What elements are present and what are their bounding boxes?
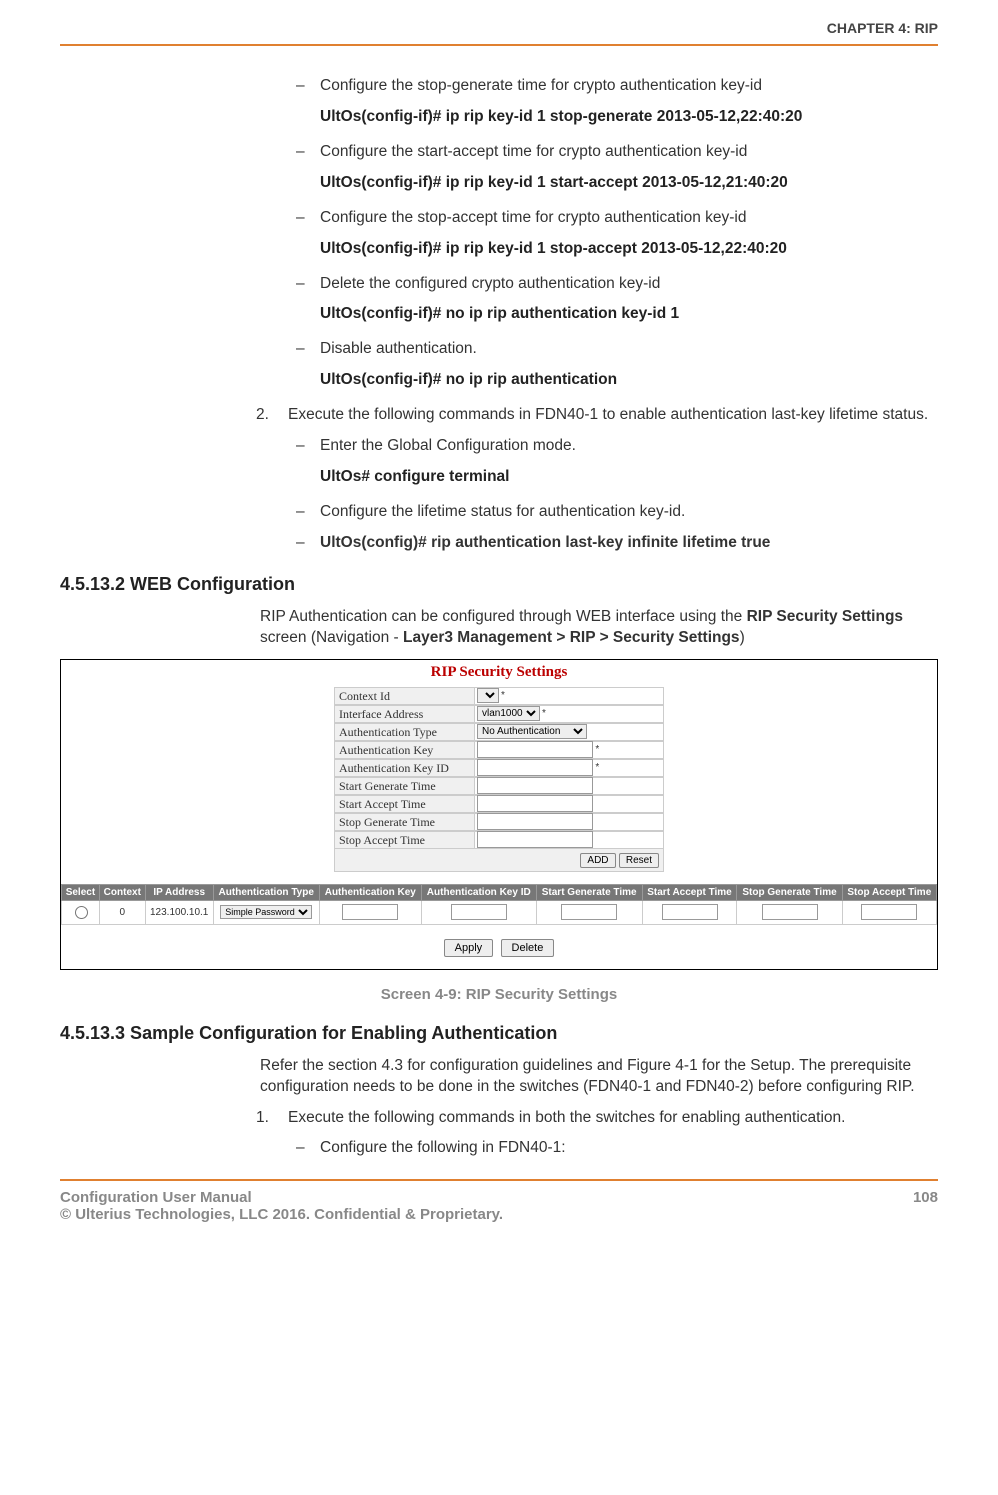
list-item: –Disable authentication. (320, 339, 938, 360)
cell: 123.100.10.1 (145, 900, 213, 924)
list-item: –Delete the configured crypto authentica… (320, 274, 938, 295)
command-text: UltOs(config-if)# no ip rip authenticati… (320, 370, 938, 391)
command-text: UltOs(config-if)# no ip rip authenticati… (320, 304, 938, 325)
table-row: 0 123.100.10.1 Simple Password (62, 900, 937, 924)
security-table: Select Context IP Address Authentication… (61, 884, 937, 925)
authkey-input[interactable] (477, 741, 593, 758)
list-item: –Enter the Global Configuration mode. (320, 436, 938, 457)
text: Configure the stop-generate time for cry… (320, 77, 762, 94)
label: Context Id (334, 687, 474, 705)
page-footer: Configuration User Manual © Ulterius Tec… (60, 1179, 938, 1223)
col-stop-gen: Stop Generate Time (737, 884, 842, 900)
row-stop-acc-input[interactable] (861, 904, 917, 920)
col-stop-acc: Stop Accept Time (842, 884, 936, 900)
add-button[interactable]: ADD (580, 853, 615, 868)
text: Configure the lifetime status for authen… (320, 503, 685, 520)
row-start-gen-input[interactable] (561, 904, 617, 920)
stop-accept-input[interactable] (477, 831, 593, 848)
col-authkeyid: Authentication Key ID (421, 884, 536, 900)
text: Configure the start-accept time for cryp… (320, 143, 747, 160)
row-authkeyid-input[interactable] (451, 904, 507, 920)
figure-caption: Screen 4-9: RIP Security Settings (60, 986, 938, 1003)
label: Authentication Key ID (334, 759, 474, 777)
list-item: –Configure the following in FDN40-1: (320, 1138, 938, 1159)
list-item: –Configure the lifetime status for authe… (320, 502, 938, 523)
start-accept-input[interactable] (477, 795, 593, 812)
command-text: UltOs# configure terminal (320, 467, 938, 488)
interface-select[interactable]: vlan1000 (477, 706, 540, 721)
start-generate-input[interactable] (477, 777, 593, 794)
label: Interface Address (334, 705, 474, 723)
list-item: –UltOs(config)# rip authentication last-… (320, 533, 938, 554)
text: Configure the stop-accept time for crypt… (320, 209, 746, 226)
col-select: Select (62, 884, 100, 900)
authkeyid-input[interactable] (477, 759, 593, 776)
col-context: Context (99, 884, 145, 900)
panel-title: RIP Security Settings (61, 664, 937, 681)
row-start-acc-input[interactable] (662, 904, 718, 920)
text: Execute the following commands in both t… (288, 1109, 845, 1126)
context-select[interactable] (477, 688, 499, 703)
list-item: –Configure the stop-generate time for cr… (320, 76, 938, 97)
stop-generate-input[interactable] (477, 813, 593, 830)
row-stop-gen-input[interactable] (762, 904, 818, 920)
text: Disable authentication. (320, 340, 477, 357)
list-item: –Configure the start-accept time for cry… (320, 142, 938, 163)
apply-button[interactable]: Apply (444, 939, 494, 957)
list-item: –Configure the stop-accept time for cryp… (320, 208, 938, 229)
list-item: 2.Execute the following commands in FDN4… (288, 405, 938, 426)
command-text: UltOs(config-if)# ip rip key-id 1 stop-a… (320, 239, 938, 260)
section-heading: 4.5.13.2 WEB Configuration (60, 574, 938, 595)
label: Authentication Type (334, 723, 474, 741)
list-item: 1.Execute the following commands in both… (288, 1108, 938, 1129)
col-authkey: Authentication Key (319, 884, 421, 900)
authtype-select[interactable]: No Authentication (477, 724, 587, 739)
label: Authentication Key (334, 741, 474, 759)
row-authkey-input[interactable] (342, 904, 398, 920)
col-start-gen: Start Generate Time (536, 884, 642, 900)
row-authtype-select[interactable]: Simple Password (220, 905, 312, 919)
text: Execute the following commands in FDN40-… (288, 406, 928, 423)
command-text: UltOs(config-if)# ip rip key-id 1 start-… (320, 173, 938, 194)
footer-copyright: © Ulterius Technologies, LLC 2016. Confi… (60, 1206, 503, 1223)
footer-title: Configuration User Manual (60, 1189, 503, 1206)
screenshot-panel: RIP Security Settings Context Id* Interf… (60, 659, 938, 970)
delete-button[interactable]: Delete (501, 939, 555, 957)
command-text: UltOs(config-if)# ip rip key-id 1 stop-g… (320, 107, 938, 128)
col-ip: IP Address (145, 884, 213, 900)
row-select-radio[interactable] (75, 906, 88, 919)
label: Start Generate Time (334, 777, 474, 795)
section-heading: 4.5.13.3 Sample Configuration for Enabli… (60, 1023, 938, 1044)
reset-button[interactable]: Reset (619, 853, 659, 868)
text: Configure the following in FDN40-1: (320, 1139, 566, 1156)
label: Stop Generate Time (334, 813, 474, 831)
text: UltOs(config)# rip authentication last-k… (320, 534, 770, 551)
label: Stop Accept Time (334, 831, 474, 849)
page-header: CHAPTER 4: RIP (60, 20, 938, 46)
col-start-acc: Start Accept Time (642, 884, 737, 900)
page-number: 108 (913, 1189, 938, 1223)
text: Delete the configured crypto authenticat… (320, 275, 660, 292)
cell: 0 (99, 900, 145, 924)
text: Enter the Global Configuration mode. (320, 437, 576, 454)
paragraph: RIP Authentication can be configured thr… (260, 607, 938, 649)
col-authtype: Authentication Type (213, 884, 319, 900)
paragraph: Refer the section 4.3 for configuration … (260, 1056, 938, 1098)
label: Start Accept Time (334, 795, 474, 813)
